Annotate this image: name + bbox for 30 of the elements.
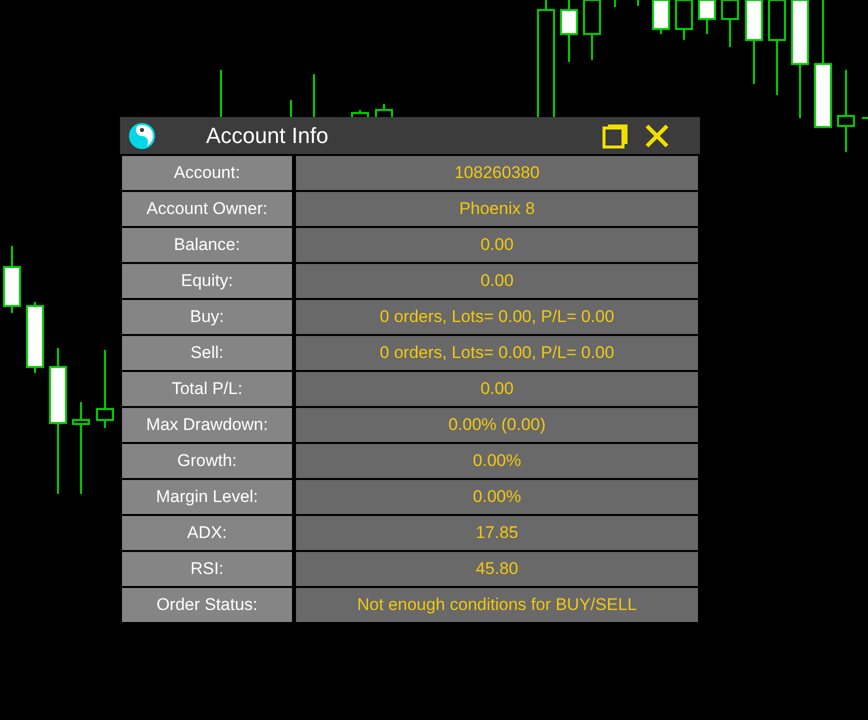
- field-value: 0.00: [296, 264, 698, 298]
- field-value: 0 orders, Lots= 0.00, P/L= 0.00: [296, 336, 698, 370]
- field-value: 17.85: [296, 516, 698, 550]
- field-label: Max Drawdown:: [122, 408, 292, 442]
- field-label: Margin Level:: [122, 480, 292, 514]
- field-value: Phoenix 8: [296, 192, 698, 226]
- yin-yang-icon: [128, 122, 156, 150]
- window-title: Account Info: [206, 124, 328, 146]
- field-label: RSI:: [122, 552, 292, 586]
- field-value: Not enough conditions for BUY/SELL: [296, 588, 698, 622]
- field-label: Growth:: [122, 444, 292, 478]
- field-label: Equity:: [122, 264, 292, 298]
- maximize-icon[interactable]: [602, 122, 628, 148]
- close-icon[interactable]: [644, 122, 670, 148]
- field-label: Account Owner:: [122, 192, 292, 226]
- field-value: 0.00: [296, 228, 698, 262]
- field-label: Sell:: [122, 336, 292, 370]
- field-value: 0 orders, Lots= 0.00, P/L= 0.00: [296, 300, 698, 334]
- field-value: 0.00: [296, 372, 698, 406]
- field-label: ADX:: [122, 516, 292, 550]
- field-label: Balance:: [122, 228, 292, 262]
- field-label: Account:: [122, 156, 292, 190]
- field-value: 0.00% (0.00): [296, 408, 698, 442]
- field-value: 45.80: [296, 552, 698, 586]
- field-label: Buy:: [122, 300, 292, 334]
- field-value: 0.00%: [296, 444, 698, 478]
- field-label: Order Status:: [122, 588, 292, 622]
- field-label: Total P/L:: [122, 372, 292, 406]
- field-value: 0.00%: [296, 480, 698, 514]
- field-value: 108260380: [296, 156, 698, 190]
